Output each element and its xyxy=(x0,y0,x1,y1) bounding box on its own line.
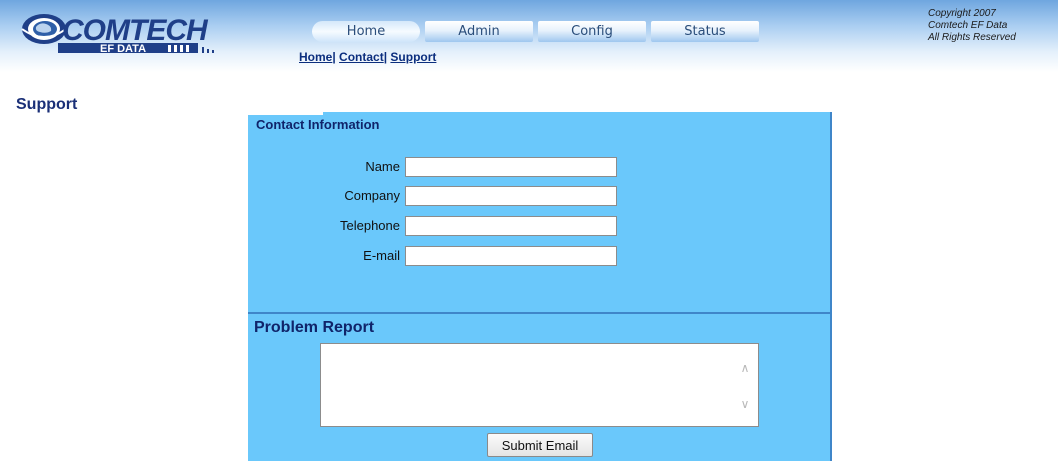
email-label: E-mail xyxy=(363,248,400,263)
scroll-down-icon[interactable]: ∨ xyxy=(738,398,752,410)
brand-sub: EF DATA xyxy=(100,43,146,55)
sublink-separator: | xyxy=(383,50,388,64)
comtech-logo[interactable]: COMTECH EF DATA xyxy=(18,7,228,55)
copyright-line: All Rights Reserved xyxy=(928,32,1016,43)
problem-report-title: Problem Report xyxy=(254,319,375,336)
email-input[interactable] xyxy=(405,246,617,266)
sublink-separator: | xyxy=(332,50,336,64)
company-input[interactable] xyxy=(405,186,617,206)
name-label: Name xyxy=(365,159,400,174)
telephone-input[interactable] xyxy=(405,216,617,236)
sublink-contact[interactable]: Contact xyxy=(339,50,384,64)
problem-report-textarea[interactable]: ∧ ∨ xyxy=(320,343,759,427)
tab-admin[interactable]: Admin xyxy=(425,21,533,42)
telephone-row: Telephone xyxy=(300,216,400,236)
sublink-support[interactable]: Support xyxy=(390,50,436,64)
panel-notch xyxy=(248,105,323,115)
contact-section-title: Contact Information xyxy=(256,117,380,132)
page-title: Support xyxy=(16,96,78,113)
scroll-up-icon[interactable]: ∧ xyxy=(738,362,752,374)
sub-nav-links: Home| Contact| Support xyxy=(299,50,436,64)
name-input[interactable] xyxy=(405,157,617,177)
copyright-notice: Copyright 2007 Comtech EF Data All Right… xyxy=(928,8,1016,44)
copyright-line: Comtech EF Data xyxy=(928,20,1008,31)
header-bar: COMTECH EF DATA Home Admin Config Status… xyxy=(0,0,1058,72)
sublink-home[interactable]: Home xyxy=(299,50,332,64)
name-row: Name xyxy=(300,157,400,177)
telephone-label: Telephone xyxy=(340,218,400,233)
company-label: Company xyxy=(344,188,400,203)
copyright-line: Copyright 2007 xyxy=(928,8,996,19)
company-row: Company xyxy=(300,186,400,206)
submit-email-button[interactable]: Submit Email xyxy=(487,433,593,457)
support-page: COMTECH EF DATA Home Admin Config Status… xyxy=(0,0,1058,461)
tab-home[interactable]: Home xyxy=(312,21,420,42)
email-row: E-mail xyxy=(300,246,400,266)
contact-panel xyxy=(248,112,832,312)
tab-status[interactable]: Status xyxy=(651,21,759,42)
tab-config[interactable]: Config xyxy=(538,21,646,42)
